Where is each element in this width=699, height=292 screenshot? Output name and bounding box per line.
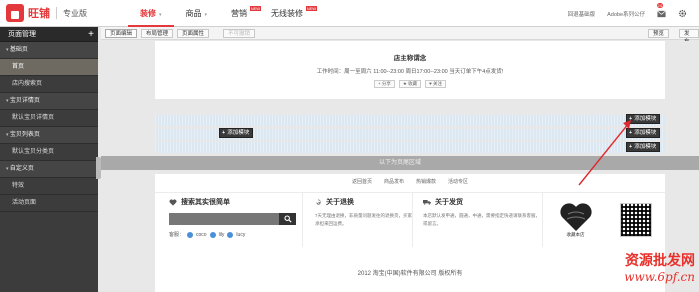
footer-return-col: 关于退换 7天无理由退换，非质量问题发往的退换货，买家承担来回运费。 [305, 193, 413, 247]
sidebar-item-activity[interactable]: 活动页面 [0, 195, 98, 212]
search-button[interactable] [279, 213, 296, 225]
store-actions: + 分享 ★ 收藏 ♥ 关注 [155, 80, 665, 88]
mail-count-badge: 24 [656, 3, 663, 8]
chat-icon[interactable] [209, 231, 216, 238]
tab-layout[interactable]: 布局管理 [141, 29, 174, 38]
copyright: 2012 淘宝(中国)软件有限公司 版权所有 [357, 271, 463, 277]
sidebar-group-detail[interactable]: 宝贝详情页 [0, 93, 98, 110]
search-title: 搜索其实很简单 [169, 197, 302, 207]
favorite-store-label: 收藏本店 [566, 232, 585, 237]
sidebar-item-home[interactable]: 首页 [0, 59, 98, 76]
footer-module[interactable]: 返回首页 商品发布 热销爆款 活动专区 搜索其实很简单 客服： coco lil… [155, 174, 665, 292]
preview-button[interactable]: 预览 [648, 29, 670, 38]
annotation-arrow [578, 120, 631, 186]
sidebar-item-store-search[interactable]: 店内搜索页 [0, 76, 98, 93]
return-title: 关于退换 [315, 197, 412, 207]
footer-link-new[interactable]: 商品发布 [384, 178, 404, 185]
sidebar: 页面管理 + 基础页 首页 店内搜索页 宝贝详情页 默认宝贝详情页 宝贝列表页 … [0, 27, 98, 292]
undo-button[interactable]: 不可撤销 [223, 29, 256, 38]
chevron-down-icon: ▾ [204, 12, 208, 18]
footer-link-activity[interactable]: 活动专区 [448, 178, 468, 185]
share-button[interactable]: + 分享 [373, 80, 395, 88]
footer-search-col: 搜索其实很简单 客服： coco lily lucy [155, 193, 303, 247]
tab-page-props[interactable]: 页面属性 [177, 29, 210, 38]
top-right-actions: 回退基础版 Adobe系列公仔 24 [568, 0, 699, 27]
nav-goods[interactable]: 商品 ▾ [174, 0, 220, 27]
service-lucy[interactable]: lucy [236, 232, 245, 238]
brand-edition: 专业版 [63, 8, 87, 18]
footer-link-hot[interactable]: 热销爆款 [416, 178, 436, 185]
footer-link-home[interactable]: 返回首页 [352, 178, 372, 185]
footer-ship-col: 关于发货 本店默认发申通，圆通，中通，需要指定快递请联系客服，或留言。 [413, 193, 543, 247]
return-text: 7天无理由退换，非质量问题发往的退换货，买家承担来回运费。 [315, 213, 413, 226]
customer-service-row: 客服： coco lily lucy [169, 231, 302, 238]
service-lily[interactable]: lily [219, 232, 225, 238]
sidebar-group-basic[interactable]: 基础页 [0, 42, 98, 59]
nav-decorate[interactable]: 装修 ▾ [128, 0, 174, 27]
heart-badge-icon [559, 203, 592, 231]
footer-help-box: 搜索其实很简单 客服： coco lily lucy 关于退换 7天无理由退换，… [155, 192, 665, 247]
store-header-module[interactable]: 店主称谓念 工作时间：周一至周六 11:00--23:00 周日17:00--2… [155, 41, 665, 99]
tab-page-edit[interactable]: 页面编辑 [105, 29, 138, 38]
watermark-title: 资源批发网 [625, 253, 695, 269]
nav-mobile-decorate[interactable]: 无线装修 NEW [259, 0, 318, 27]
footer-search-input[interactable] [169, 213, 279, 225]
back-to-basic-link[interactable]: 回退基础版 [568, 10, 596, 18]
watermark-url: www.6pf.cn [624, 270, 695, 284]
heart-icon [169, 198, 177, 206]
nav-marketing[interactable]: 营销 NEW [219, 0, 262, 27]
sidebar-title: 页面管理 + [0, 27, 98, 42]
editor-toolbar: 页面编辑 布局管理 页面属性 不可撤销 预览 发布 [101, 27, 699, 45]
top-bar: 旺铺 专业版 装修 ▾ 商品 ▾ 营销 NEW 无线装修 NEW 回退基础版 Adobe… [0, 0, 699, 27]
chevron-down-icon: ▾ [159, 12, 162, 18]
editor-canvas: 店主称谓念 工作时间：周一至周六 11:00--23:00 周日17:00--2… [101, 41, 699, 292]
favorite-store-graphic[interactable]: 收藏本店 [559, 202, 593, 238]
sidebar-group-custom[interactable]: 自定义页 [0, 161, 98, 178]
store-title: 店主称谓念 [393, 55, 427, 62]
follow-button[interactable]: ♥ 关注 [425, 80, 447, 88]
return-icon [316, 198, 321, 205]
footer-qr-col: 收藏本店 [545, 193, 665, 247]
favorite-button[interactable]: ★ 收藏 [398, 80, 422, 88]
plus-icon: + [222, 130, 226, 136]
sidebar-item-effects[interactable]: 特效 [0, 178, 98, 195]
search-icon [283, 215, 292, 223]
brand-separator [56, 7, 57, 19]
new-badge: NEW [305, 6, 318, 11]
brand-logo[interactable]: 旺铺 专业版 [6, 4, 87, 22]
footer-search [169, 213, 302, 225]
publish-button[interactable]: 发布 [679, 29, 699, 45]
add-module-button-left[interactable]: + 添加模块 [219, 128, 254, 138]
adobe-link[interactable]: Adobe系列公仔 [607, 10, 645, 18]
sidebar-item-default-detail[interactable]: 默认宝贝详情页 [0, 110, 98, 127]
house-logo-icon [6, 4, 24, 22]
sidebar-item-default-category[interactable]: 默认宝贝分类页 [0, 144, 98, 161]
ship-title: 关于发货 [423, 197, 542, 207]
mail-icon[interactable] [657, 9, 666, 18]
add-page-icon[interactable]: + [88, 27, 94, 42]
brand-name: 旺铺 [28, 8, 50, 20]
chat-icon[interactable] [227, 231, 234, 238]
service-label: 客服： [169, 232, 185, 238]
qr-code [619, 203, 652, 237]
chat-icon[interactable] [187, 231, 194, 238]
store-hours: 工作时间：周一至周六 11:00--23:00 周日17:00--23:00 当… [316, 69, 504, 75]
gear-icon[interactable] [678, 9, 687, 18]
sidebar-group-list[interactable]: 宝贝列表页 [0, 127, 98, 144]
truck-icon [423, 200, 431, 205]
watermark: 资源批发网 www.6pf.cn [624, 250, 695, 284]
service-coco[interactable]: coco [196, 232, 207, 238]
ship-text: 本店默认发申通，圆通，中通，需要指定快递请联系客服，或留言。 [423, 213, 540, 226]
main-nav: 装修 ▾ 商品 ▾ 营销 NEW 无线装修 NEW [128, 0, 318, 27]
